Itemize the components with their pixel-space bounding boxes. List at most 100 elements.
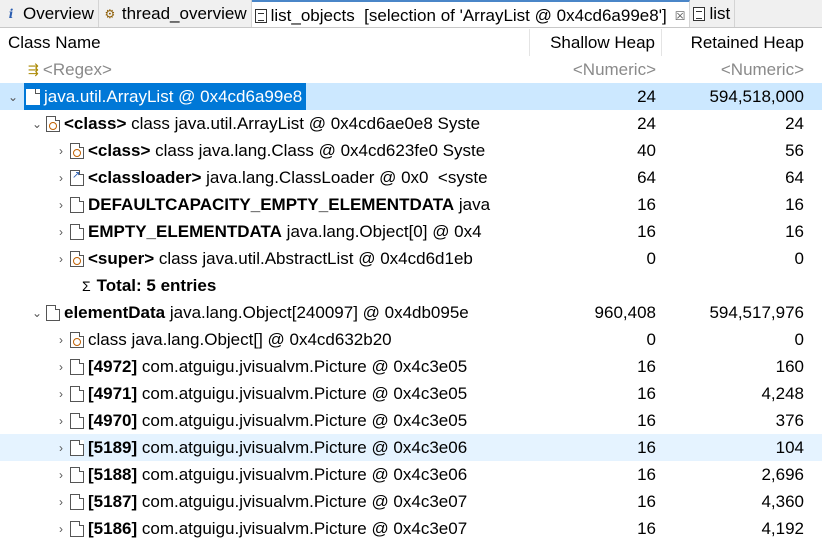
chevron-down-icon[interactable]: ⌄ [30, 306, 44, 320]
retained-value: 4,192 [761, 518, 804, 538]
row-text: com.atguigu.jvisualvm.Picture @ 0x4c3e06 [137, 464, 468, 484]
editor-tab-bar: i Overview ⚙ thread_overview list_object… [0, 0, 822, 28]
shallow-filter-input[interactable]: <Numeric> [530, 60, 662, 80]
array-object-icon [70, 196, 84, 213]
table-row[interactable]: › [5186] com.atguigu.jvisualvm.Picture @… [0, 515, 822, 542]
chevron-right-icon[interactable]: › [54, 171, 68, 185]
row-label: <class> [64, 113, 127, 133]
tab-label: thread_overview [121, 4, 247, 23]
retained-value: 0 [794, 329, 804, 349]
row-label: [5186] [88, 518, 138, 538]
sigma-icon: Σ [82, 277, 91, 294]
chevron-right-icon[interactable]: › [54, 495, 68, 509]
tab-label: list_objects [selection of 'ArrayList @ … [270, 5, 667, 25]
chevron-right-icon[interactable]: › [54, 252, 68, 266]
shallow-value: 16 [637, 221, 656, 241]
tab-overview[interactable]: i Overview [0, 0, 99, 27]
shallow-value: 960,408 [594, 302, 656, 322]
table-row[interactable]: › [5189] com.atguigu.jvisualvm.Picture @… [0, 434, 822, 461]
table-row[interactable]: › [4972] com.atguigu.jvisualvm.Picture @… [0, 353, 822, 380]
table-row[interactable]: › [5188] com.atguigu.jvisualvm.Picture @… [0, 461, 822, 488]
column-header-class-name[interactable]: Class Name [0, 29, 530, 56]
chevron-right-icon[interactable]: › [54, 144, 68, 158]
table-row[interactable]: › [4971] com.atguigu.jvisualvm.Picture @… [0, 380, 822, 407]
table-row[interactable]: ⌄ <class> class java.util.ArrayList @ 0x… [0, 110, 822, 137]
document-icon [693, 7, 706, 21]
row-label: EMPTY_ELEMENTDATA [88, 221, 282, 241]
retained-value: 160 [775, 356, 804, 376]
table-row[interactable]: › [5187] com.atguigu.jvisualvm.Picture @… [0, 488, 822, 515]
column-header-shallow-heap[interactable]: Shallow Heap [530, 29, 662, 56]
total-row: Σ Total: 5 entries [0, 272, 822, 299]
tab-list[interactable]: list [690, 0, 736, 27]
table-row[interactable]: › <super> class java.util.AbstractList @… [0, 245, 822, 272]
retained-value: 594,518,000 [709, 86, 804, 106]
table-row[interactable]: › <class> class java.lang.Class @ 0x4cd6… [0, 137, 822, 164]
tab-label: Overview [23, 4, 94, 23]
object-icon [70, 358, 84, 375]
row-text: class java.lang.Class @ 0x4cd623fe0 Syst… [150, 140, 486, 160]
close-icon[interactable]: ☒ [675, 9, 686, 23]
filter-row: ⇶ <Regex> <Numeric> <Numeric> [0, 56, 822, 83]
row-text: java.util.ArrayList @ 0x4cd6a99e8 [44, 86, 303, 106]
row-label: [4971] [88, 383, 138, 403]
shallow-value: 16 [637, 464, 656, 484]
retained-value: 56 [785, 140, 804, 160]
chevron-right-icon[interactable]: › [54, 360, 68, 374]
document-icon [254, 8, 267, 23]
row-text: com.atguigu.jvisualvm.Picture @ 0x4c3e07 [137, 491, 468, 511]
chevron-down-icon[interactable]: ⌄ [6, 90, 20, 104]
chevron-right-icon[interactable]: › [54, 198, 68, 212]
chevron-right-icon[interactable]: › [54, 387, 68, 401]
chevron-right-icon[interactable]: › [54, 441, 68, 455]
retained-value: 104 [775, 437, 804, 457]
row-text: java.lang.ClassLoader @ 0x0 <syste [201, 167, 488, 187]
retained-filter-input[interactable]: <Numeric> [662, 60, 822, 80]
row-label: [5189] [88, 437, 138, 457]
shallow-value: 16 [637, 194, 656, 214]
chevron-down-icon[interactable]: ⌄ [30, 117, 44, 131]
class-object-icon [46, 115, 60, 132]
row-text: java.lang.Object[0] @ 0x4 [281, 221, 482, 241]
retained-value: 16 [785, 194, 804, 214]
object-icon [70, 493, 84, 510]
chevron-right-icon[interactable]: › [54, 522, 68, 536]
array-object-icon [46, 304, 60, 321]
object-icon [70, 466, 84, 483]
regex-filter-input[interactable]: <Regex> [43, 60, 112, 80]
row-text: com.atguigu.jvisualvm.Picture @ 0x4c3e05 [137, 383, 468, 403]
object-icon [70, 385, 84, 402]
tab-list-objects[interactable]: list_objects [selection of 'ArrayList @ … [251, 0, 691, 27]
shallow-value: 16 [637, 356, 656, 376]
retained-value: 594,517,976 [709, 302, 804, 322]
chevron-right-icon[interactable]: › [54, 333, 68, 347]
row-text: com.atguigu.jvisualvm.Picture @ 0x4c3e05 [137, 410, 468, 430]
table-row[interactable]: › DEFAULTCAPACITY_EMPTY_ELEMENTDATA java… [0, 191, 822, 218]
retained-value: 4,360 [761, 491, 804, 511]
shallow-value: 40 [637, 140, 656, 160]
row-label: elementData [64, 302, 166, 322]
row-label: <classloader> [88, 167, 202, 187]
table-row[interactable]: › <classloader> java.lang.ClassLoader @ … [0, 164, 822, 191]
shallow-value: 24 [637, 86, 656, 106]
row-text: com.atguigu.jvisualvm.Picture @ 0x4c3e06 [137, 437, 468, 457]
table-row[interactable]: ⌄ elementData java.lang.Object[240097] @… [0, 299, 822, 326]
chevron-right-icon[interactable]: › [54, 468, 68, 482]
row-text: class java.lang.Object[] @ 0x4cd632b20 [88, 329, 392, 349]
tab-thread-overview[interactable]: ⚙ thread_overview [99, 0, 252, 27]
info-icon: i [8, 7, 14, 21]
table-row[interactable]: › class java.lang.Object[] @ 0x4cd632b20… [0, 326, 822, 353]
chevron-right-icon[interactable]: › [54, 225, 68, 239]
class-object-icon [70, 250, 84, 267]
row-label: [5187] [88, 491, 138, 511]
shallow-value: 0 [646, 248, 656, 268]
table-row[interactable]: › EMPTY_ELEMENTDATA java.lang.Object[0] … [0, 218, 822, 245]
row-text: com.atguigu.jvisualvm.Picture @ 0x4c3e07 [137, 518, 468, 538]
table-row[interactable]: › [4970] com.atguigu.jvisualvm.Picture @… [0, 407, 822, 434]
table-row[interactable]: ⌄ java.util.ArrayList @ 0x4cd6a99e8 24 5… [0, 83, 822, 110]
row-text: class java.util.ArrayList @ 0x4cd6ae0e8 … [126, 113, 481, 133]
column-header-retained-heap[interactable]: Retained Heap [662, 29, 822, 56]
total-label: Total: 5 entries [96, 275, 217, 295]
chevron-right-icon[interactable]: › [54, 414, 68, 428]
object-icon [70, 439, 84, 456]
